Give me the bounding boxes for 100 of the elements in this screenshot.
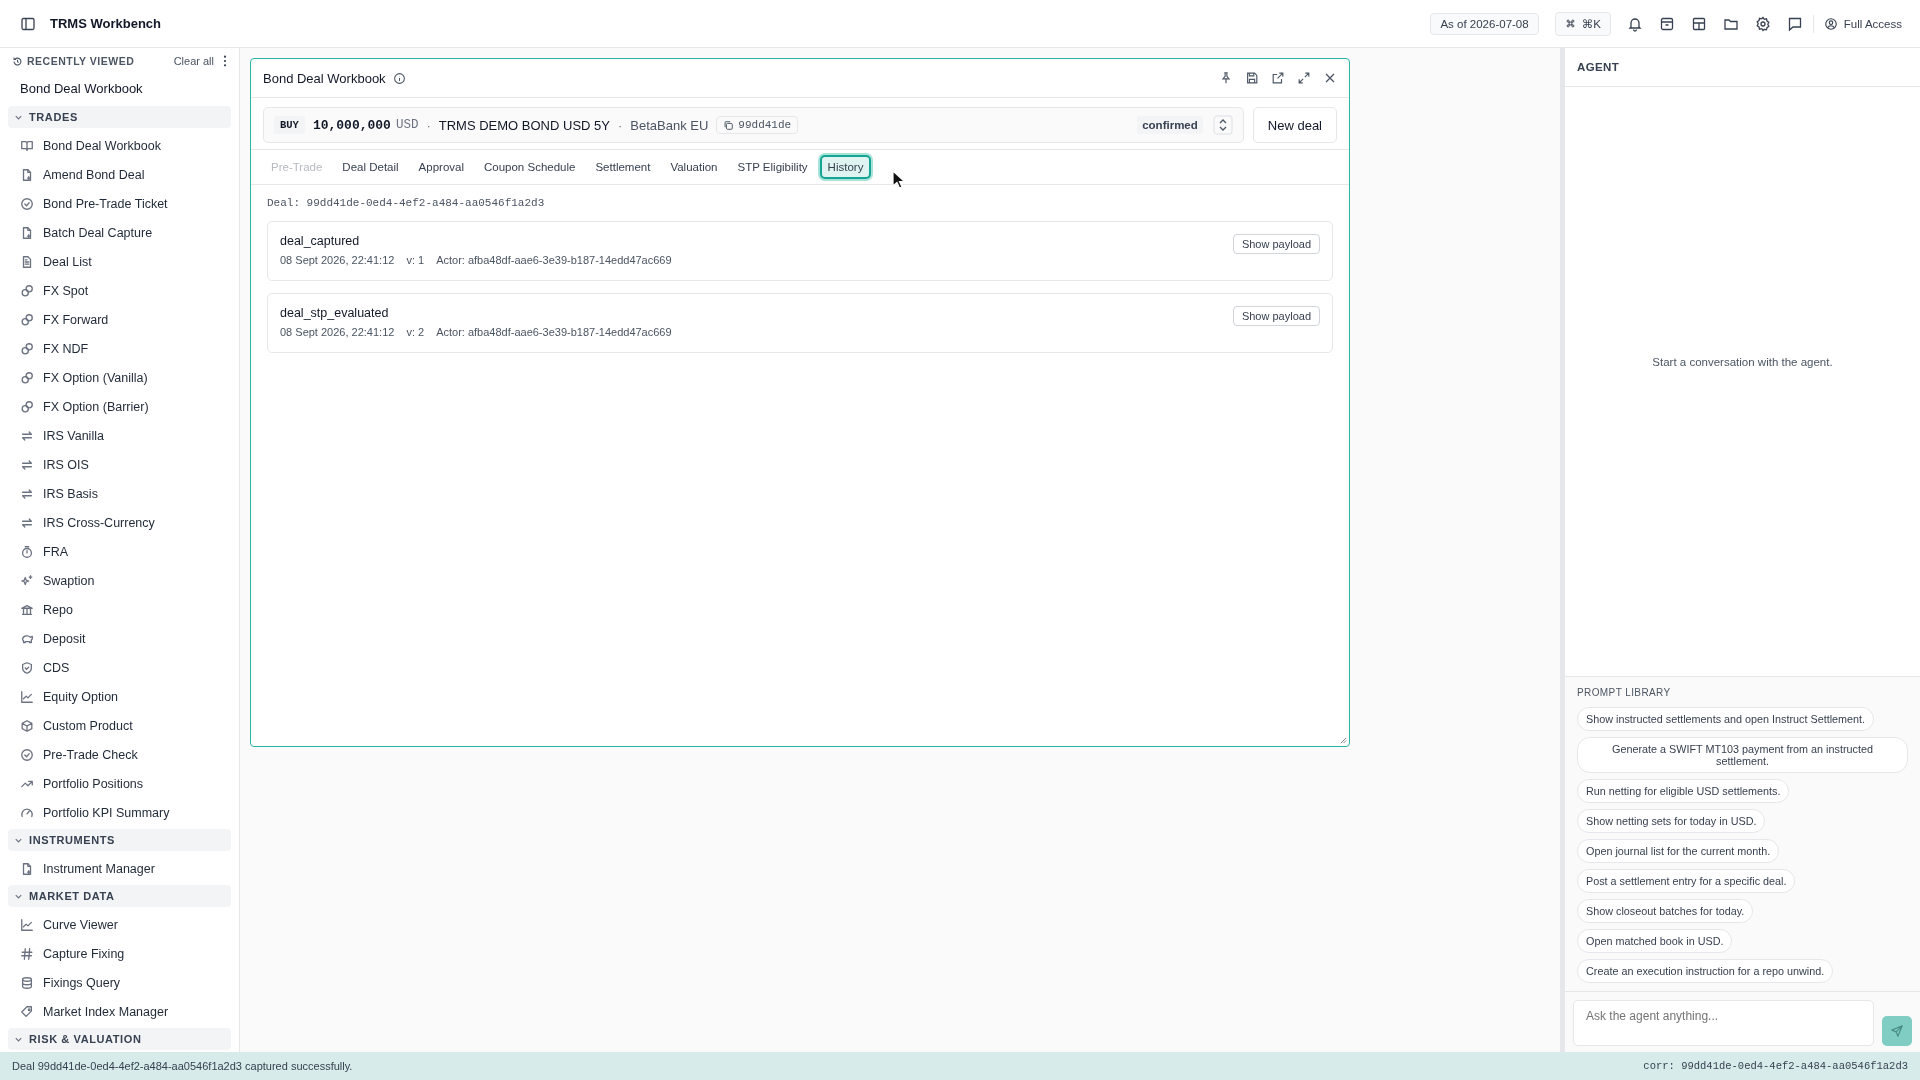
prompt-chip[interactable]: Generate a SWIFT MT103 payment from an instructed settlement. <box>1577 737 1908 773</box>
copy-icon <box>723 119 735 131</box>
as-of-date[interactable]: As of 2026-07-08 <box>1430 12 1539 35</box>
empty-state-message: Start a conversation with the agent. <box>1652 355 1833 368</box>
sidebar-item[interactable]: FX NDF <box>8 334 231 363</box>
prompt-chip[interactable]: Open matched book in USD. <box>1577 929 1733 953</box>
check-circle-icon <box>20 196 34 211</box>
sidebar-item[interactable]: Market Index Manager <box>8 997 231 1026</box>
document-icon <box>20 861 34 876</box>
sidebar-item[interactable]: FX Spot <box>8 276 231 305</box>
event-timestamp: 08 Sept 2026, 22:41:12 <box>280 254 395 266</box>
prompt-chip[interactable]: Show netting sets for today in USD. <box>1577 809 1766 833</box>
sidebar-item[interactable]: Portfolio KPI Summary <box>8 798 231 827</box>
sidebar-item[interactable]: Capture Fixing <box>8 939 231 968</box>
status-message: Deal 99dd41de-0ed4-4ef2-a484-aa0546f1a2d3 captured successfully. <box>12 1060 353 1072</box>
sidebar-item[interactable]: Batch Deal Capture <box>8 218 231 247</box>
recently-viewed-heading: RECENTLY VIEWED <box>12 55 135 67</box>
cube-icon <box>20 718 34 733</box>
send-button[interactable] <box>1882 1016 1912 1046</box>
prompt-chip[interactable]: Open journal list for the current month. <box>1577 839 1780 863</box>
info-icon[interactable] <box>392 71 406 85</box>
sidebar-item[interactable]: Deposit <box>8 624 231 653</box>
coins-icon <box>20 370 34 385</box>
separator-dot: · <box>426 117 431 133</box>
sidebar-item[interactable]: Custom Product <box>8 711 231 740</box>
sidebar-item[interactable]: Swaption <box>8 566 231 595</box>
sidebar-item[interactable]: Curve Viewer <box>8 910 231 939</box>
recent-item[interactable]: Bond Deal Workbook <box>8 74 231 104</box>
sidebar-item[interactable]: Fixings Query <box>8 968 231 997</box>
document-icon <box>20 225 34 240</box>
prompt-chip[interactable]: Show closeout batches for today. <box>1577 899 1754 923</box>
sidebar-item[interactable]: FX Option (Vanilla) <box>8 363 231 392</box>
sidebar-item[interactable]: IRS Cross-Currency <box>8 508 231 537</box>
clear-all-link[interactable]: Clear all <box>173 55 214 67</box>
more-icon[interactable] <box>223 55 227 67</box>
tab[interactable]: Coupon Schedule <box>476 155 584 179</box>
pin-icon[interactable] <box>1219 71 1233 85</box>
sidebar-item[interactable]: FRA <box>8 537 231 566</box>
sidebar-item[interactable]: CDS <box>8 653 231 682</box>
chat-icon[interactable] <box>1786 15 1803 32</box>
tab[interactable]: History <box>819 155 872 179</box>
arrows-icon <box>20 486 34 501</box>
sidebar-item[interactable]: Pre-Trade Check <box>8 740 231 769</box>
app-title: TRMS Workbench <box>50 16 161 31</box>
separator-dot: · <box>617 117 623 133</box>
sidebar-item[interactable]: Bond Pre-Trade Ticket <box>8 189 231 218</box>
external-link-icon[interactable] <box>1271 71 1285 85</box>
correlation-id: corr: 99dd41de-0ed4-4ef2-a484-aa0546f1a2d3 <box>1643 1060 1908 1072</box>
sidebar-toggle-icon[interactable] <box>20 15 36 32</box>
settings-icon[interactable] <box>1754 15 1771 32</box>
tab[interactable]: Approval <box>410 155 472 179</box>
show-payload-button[interactable]: Show payload <box>1232 234 1320 254</box>
sidebar-item[interactable]: IRS Vanilla <box>8 421 231 450</box>
archive-icon[interactable] <box>1658 15 1675 32</box>
section-header[interactable]: RISK & VALUATION <box>8 1028 231 1050</box>
new-deal-button[interactable]: New deal <box>1252 107 1337 143</box>
event-version: v: 2 <box>406 326 425 338</box>
prompt-chip[interactable]: Show instructed settlements and open Instruct Settlement. <box>1577 707 1875 731</box>
section-header[interactable]: MARKET DATA <box>8 885 231 907</box>
arrows-icon <box>20 515 34 530</box>
sidebar-item[interactable]: FX Option (Barrier) <box>8 392 231 421</box>
coins-icon <box>20 341 34 356</box>
expand-icon[interactable] <box>1297 71 1311 85</box>
prompt-chip[interactable]: Post a settlement entry for a specific deal. <box>1577 869 1796 893</box>
sidebar-item[interactable]: FX Forward <box>8 305 231 334</box>
section-header[interactable]: TRADES <box>8 106 231 128</box>
prompt-chip[interactable]: Create an execution instruction for a repo unwind. <box>1577 959 1834 983</box>
show-payload-button[interactable]: Show payload <box>1232 306 1320 326</box>
mouse-cursor-icon <box>892 170 906 190</box>
deal-currency: USD <box>395 118 419 132</box>
sidebar-item[interactable]: IRS OIS <box>8 450 231 479</box>
tab[interactable]: Deal Detail <box>334 155 407 179</box>
section-header[interactable]: INSTRUMENTS <box>8 829 231 851</box>
bell-icon[interactable] <box>1626 15 1643 32</box>
access-button[interactable]: Full Access <box>1823 16 1902 31</box>
sidebar-item[interactable]: Amend Bond Deal <box>8 160 231 189</box>
sidebar-item[interactable]: Deal List <box>8 247 231 276</box>
deal-id-chip[interactable]: 99dd41de <box>716 116 799 134</box>
layout-icon[interactable] <box>1690 15 1707 32</box>
prompt-library-heading: PROMPT LIBRARY <box>1577 687 1671 698</box>
save-icon[interactable] <box>1245 71 1259 85</box>
event-timestamp: 08 Sept 2026, 22:41:12 <box>280 326 395 338</box>
agent-input-field[interactable]: Ask the agent anything... <box>1573 1000 1874 1046</box>
prompt-chip[interactable]: Run netting for eligible USD settlements. <box>1577 779 1790 803</box>
tab[interactable]: STP Eligibility <box>729 155 816 179</box>
resize-handle-icon[interactable] <box>1340 737 1347 744</box>
close-icon[interactable] <box>1323 71 1337 85</box>
panel-title: Bond Deal Workbook <box>263 70 386 86</box>
book-icon <box>20 138 34 153</box>
sidebar-item[interactable]: Equity Option <box>8 682 231 711</box>
command-shortcut[interactable]: ⌘K <box>1554 11 1611 36</box>
sidebar-item[interactable]: IRS Basis <box>8 479 231 508</box>
sidebar-item[interactable]: Bond Deal Workbook <box>8 131 231 160</box>
status-badge: confirmed <box>1137 116 1203 134</box>
status-selector-icon[interactable] <box>1212 115 1233 135</box>
sidebar-item[interactable]: Repo <box>8 595 231 624</box>
tab[interactable]: Valuation <box>662 155 726 179</box>
sidebar-item[interactable]: Portfolio Positions <box>8 769 231 798</box>
tab[interactable]: Settlement <box>587 155 659 179</box>
sidebar-item[interactable]: Instrument Manager <box>8 854 231 883</box>
